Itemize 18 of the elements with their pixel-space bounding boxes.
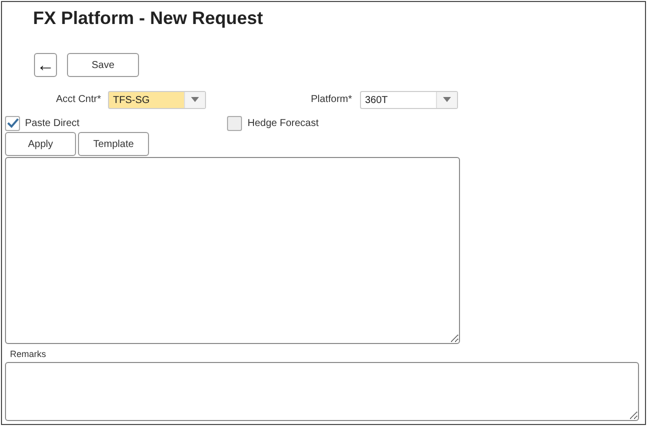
field-label: Acct Cntr* xyxy=(54,94,101,105)
save-button[interactable]: Save xyxy=(67,53,139,77)
dropdown-field[interactable]: 360T xyxy=(360,90,458,108)
field-label: Platform* xyxy=(310,94,352,105)
back-button[interactable]: ← xyxy=(34,53,57,77)
action-button[interactable]: Apply xyxy=(5,132,76,156)
checkbox-label: Hedge Forecast xyxy=(247,118,319,128)
remarks-label: Remarks xyxy=(10,349,48,361)
caret-icon xyxy=(443,97,451,102)
checkbox[interactable] xyxy=(227,116,242,130)
remarks-field[interactable] xyxy=(5,362,639,421)
checkbox[interactable] xyxy=(5,116,20,130)
dropdown-field[interactable]: TFS-SG xyxy=(108,90,206,108)
action-button[interactable]: Template xyxy=(78,132,149,156)
page-title: FX Platform - New Request xyxy=(33,7,264,29)
caret-icon xyxy=(191,97,199,102)
checkmark-icon xyxy=(6,118,18,128)
checkbox-label: Paste Direct xyxy=(25,118,80,128)
